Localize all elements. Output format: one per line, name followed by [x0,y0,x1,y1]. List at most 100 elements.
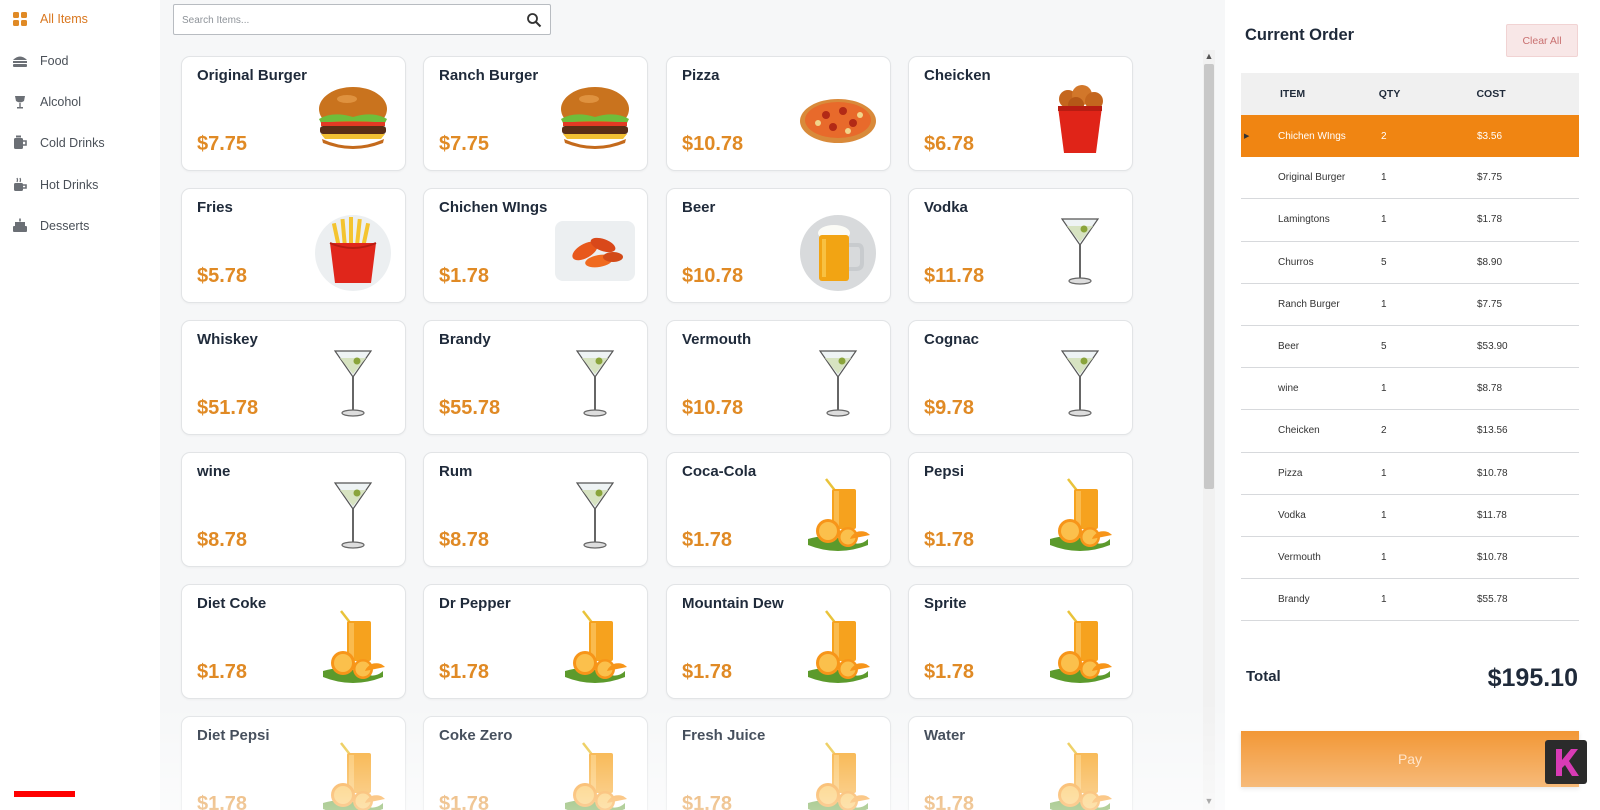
order-title: Current Order [1245,26,1355,44]
product-card[interactable]: Fresh Juice $1.78 [666,716,891,810]
product-card[interactable]: Diet Coke $1.78 [181,584,406,699]
product-card[interactable]: Sprite $1.78 [908,584,1133,699]
column-header-cost[interactable]: COST [1441,88,1579,100]
clear-all-button[interactable]: Clear All [1506,24,1578,57]
wine-glass-icon [12,94,28,110]
order-item-qty: 5 [1381,256,1387,268]
product-image-juice [798,475,878,555]
search-icon[interactable] [526,12,542,28]
pay-label: Pay [1397,751,1423,767]
sidebar-item-desserts[interactable]: Desserts [12,212,89,240]
product-card[interactable]: Cheicken $6.78 [908,56,1133,171]
product-image-beer [798,211,878,291]
order-row[interactable]: Brandy 1 $55.78 [1241,579,1579,622]
product-name: Coke Zero [439,727,513,744]
product-price: $10.78 [682,397,744,419]
order-item-qty: 1 [1381,172,1387,184]
product-name: Coca-Cola [682,463,757,480]
order-item-qty: 1 [1381,383,1387,395]
product-name: Fresh Juice [682,727,766,744]
product-image-chicken-bucket [1040,79,1120,159]
order-row[interactable]: ▶ Chichen WIngs 2 $3.56 [1241,115,1579,158]
scrollbar-thumb[interactable] [1204,64,1214,489]
product-price: $1.78 [924,661,975,683]
order-row[interactable]: Vermouth 1 $10.78 [1241,537,1579,580]
order-item-cost: $8.78 [1477,383,1503,395]
order-row[interactable]: Beer 5 $53.90 [1241,326,1579,369]
product-price: $8.78 [439,529,490,551]
product-card[interactable]: Fries $5.78 [181,188,406,303]
total-label: Total [1246,668,1281,685]
product-card[interactable]: Original Burger $7.75 [181,56,406,171]
order-item-qty: 1 [1381,594,1387,606]
product-card[interactable]: Beer $10.78 [666,188,891,303]
product-card[interactable]: Chichen WIngs $1.78 [423,188,648,303]
product-scrollbar[interactable]: ▲ ▼ [1203,50,1215,810]
order-row[interactable]: Lamingtons 1 $1.78 [1241,199,1579,242]
order-row[interactable]: Pizza 1 $10.78 [1241,453,1579,495]
product-card[interactable]: Coca-Cola $1.78 [666,452,891,567]
product-image-juice [1040,739,1120,810]
order-row[interactable]: Churros 5 $8.90 [1241,242,1579,284]
sidebar-item-label: Food [40,54,69,68]
product-card[interactable]: Ranch Burger $7.75 [423,56,648,171]
order-item-qty: 1 [1381,467,1387,479]
order-row[interactable]: Cheicken 2 $13.56 [1241,410,1579,453]
video-progress-bar[interactable] [14,791,144,797]
product-image-juice [798,607,878,687]
product-card[interactable]: Brandy $55.78 [423,320,648,435]
product-card[interactable]: Coke Zero $1.78 [423,716,648,810]
search-box[interactable] [173,4,551,35]
product-price: $1.78 [682,661,733,683]
order-item-cost: $3.56 [1477,130,1503,142]
product-card[interactable]: wine $8.78 [181,452,406,567]
grid-icon [12,11,28,27]
order-item-cost: $53.90 [1477,341,1508,353]
order-row[interactable]: wine 1 $8.78 [1241,368,1579,411]
product-card[interactable]: Vermouth $10.78 [666,320,891,435]
product-card[interactable]: Water $1.78 [908,716,1133,810]
product-card[interactable]: Vodka $11.78 [908,188,1133,303]
burger-icon [12,53,28,69]
product-image-martini [313,343,393,423]
sidebar-item-hot-drinks[interactable]: Hot Drinks [12,171,98,199]
video-progress-fill [14,791,76,797]
product-price: $1.78 [682,793,733,810]
product-image-juice [1040,475,1120,555]
product-card[interactable]: Dr Pepper $1.78 [423,584,648,699]
search-input[interactable] [182,10,512,30]
order-item-name: Vermouth [1278,551,1321,563]
scroll-down-icon[interactable]: ▼ [1203,795,1215,807]
order-item-cost: $8.90 [1477,256,1503,268]
order-item-name: Lamingtons [1278,214,1330,226]
product-image-martini [555,475,635,555]
product-card[interactable]: Mountain Dew $1.78 [666,584,891,699]
pay-button[interactable]: Pay [1241,731,1579,787]
column-header-qty[interactable]: QTY [1342,88,1442,100]
sidebar-item-alcohol[interactable]: Alcohol [12,88,81,116]
order-item-qty: 1 [1381,214,1387,226]
channel-logo [1545,740,1587,784]
product-card[interactable]: Pizza $10.78 [666,56,891,171]
order-row[interactable]: Original Burger 1 $7.75 [1241,157,1579,200]
product-card[interactable]: Whiskey $51.78 [181,320,406,435]
sidebar-item-all-items[interactable]: All Items [12,5,88,33]
scroll-up-icon[interactable]: ▲ [1203,50,1215,62]
cake-icon [12,218,28,234]
product-card[interactable]: Rum $8.78 [423,452,648,567]
product-image-martini [1040,343,1120,423]
product-name: Whiskey [197,331,258,348]
product-name: Vodka [924,199,968,216]
product-card[interactable]: Diet Pepsi $1.78 [181,716,406,810]
column-header-item[interactable]: ITEM [1241,88,1342,100]
product-card[interactable]: Pepsi $1.78 [908,452,1133,567]
order-row[interactable]: Ranch Burger 1 $7.75 [1241,284,1579,326]
sidebar-item-food[interactable]: Food [12,47,69,75]
order-item-name: Vodka [1278,509,1306,521]
product-card[interactable]: Cognac $9.78 [908,320,1133,435]
product-image-juice [313,739,393,810]
order-item-cost: $7.75 [1477,298,1503,310]
order-row[interactable]: Vodka 1 $11.78 [1241,495,1579,537]
sidebar-item-cold-drinks[interactable]: Cold Drinks [12,129,105,157]
product-price: $5.78 [197,265,248,287]
